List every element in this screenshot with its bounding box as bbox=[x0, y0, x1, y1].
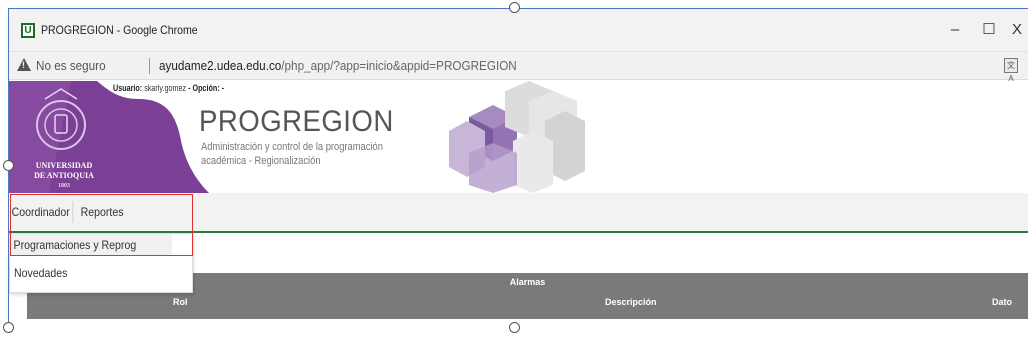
site-header: UNIVERSIDAD DE ANTIOQUIA 1803 Usuario: s… bbox=[9, 81, 1028, 193]
url-path: /php_app/?app=inicio&appid=PROGREGION bbox=[281, 58, 517, 73]
close-button[interactable]: X bbox=[999, 18, 1028, 42]
minimize-button[interactable]: – bbox=[937, 18, 973, 42]
window-title: PROGREGION - Google Chrome bbox=[41, 23, 198, 37]
address-bar[interactable]: No es seguro ayudame2.udea.edu.co/php_ap… bbox=[9, 52, 1028, 83]
url-host: ayudame2.udea.edu.co bbox=[159, 58, 282, 73]
app-description-line1: Administración y control de la programac… bbox=[201, 141, 383, 153]
app-description: Administración y control de la programac… bbox=[201, 140, 383, 168]
university-line2: DE ANTIOQUIA bbox=[34, 171, 94, 180]
security-status[interactable]: No es seguro bbox=[36, 58, 106, 73]
user-label: Usuario: bbox=[113, 83, 143, 93]
column-header-descripcion: Descripción bbox=[605, 297, 657, 307]
university-line1: UNIVERSIDAD bbox=[35, 161, 93, 170]
page-content: UNIVERSIDAD DE ANTIOQUIA 1803 Usuario: s… bbox=[9, 81, 1028, 328]
cubes-graphic bbox=[449, 81, 585, 193]
university-year: 1803 bbox=[58, 183, 70, 189]
university-name: UNIVERSIDAD DE ANTIOQUIA 1803 bbox=[19, 161, 109, 191]
option-label: - Opción: - bbox=[188, 83, 225, 93]
url-text[interactable]: ayudame2.udea.edu.co/php_app/?app=inicio… bbox=[159, 58, 517, 73]
column-header-rol: Rol bbox=[173, 297, 188, 307]
menu-tab-reportes[interactable]: Reportes bbox=[78, 201, 126, 223]
warning-icon[interactable] bbox=[17, 58, 31, 71]
resize-handle-left[interactable] bbox=[3, 160, 14, 171]
app-description-line2: académica - Regionalización bbox=[201, 155, 321, 167]
resize-handle-top[interactable] bbox=[509, 2, 520, 13]
main-menu-bar: Coordinador Reportes bbox=[9, 193, 1028, 233]
user-name: skarly.gomez bbox=[144, 83, 187, 93]
coordinador-dropdown: Programaciones y Reprog Novedades bbox=[9, 233, 193, 293]
window-titlebar: U PROGREGION - Google Chrome – ☐ X bbox=[9, 9, 1028, 52]
app-name: PROGREGION bbox=[199, 105, 394, 138]
app-icon: U bbox=[21, 23, 35, 38]
column-header-dato: Dato bbox=[992, 297, 1012, 307]
dropdown-item-programaciones[interactable]: Programaciones y Reprog bbox=[10, 234, 172, 256]
user-info: Usuario: skarly.gomez - Opción: - bbox=[113, 83, 224, 93]
address-divider bbox=[149, 58, 150, 74]
resize-handle-bottom[interactable] bbox=[509, 322, 520, 333]
translate-icon[interactable]: 文A bbox=[1004, 58, 1018, 83]
resize-handle-bottom-left[interactable] bbox=[3, 322, 14, 333]
dropdown-item-novedades[interactable]: Novedades bbox=[14, 266, 67, 280]
menu-tab-coordinador[interactable]: Coordinador bbox=[9, 201, 74, 223]
